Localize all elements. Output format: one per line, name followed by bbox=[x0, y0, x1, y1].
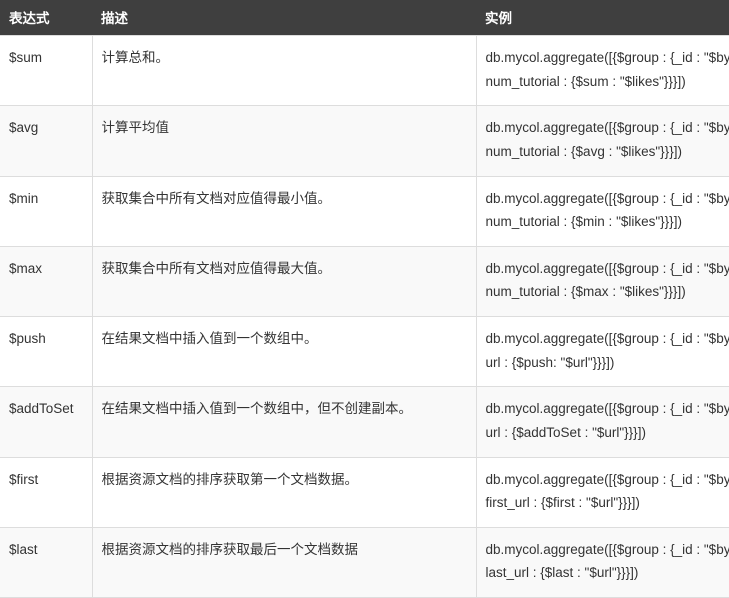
cell-description: 在结果文档中插入值到一个数组中。 bbox=[92, 315, 477, 388]
cell-expression: $last bbox=[0, 526, 93, 598]
cell-expression: $sum bbox=[0, 34, 93, 107]
cell-expression: $first bbox=[0, 456, 93, 528]
cell-expression: $push bbox=[0, 315, 93, 388]
table-row: $min 获取集合中所有文档对应值得最小值。 db.mycol.aggregat… bbox=[0, 175, 729, 247]
cell-example: db.mycol.aggregate([{$group : {_id : "$b… bbox=[476, 456, 729, 528]
table-row: $max 获取集合中所有文档对应值得最大值。 db.mycol.aggregat… bbox=[0, 245, 729, 318]
aggregation-operators-table: 表达式 描述 实例 $sum 计算总和。 db.mycol.aggregate(… bbox=[0, 0, 729, 598]
cell-description: 根据资源文档的排序获取最后一个文档数据 bbox=[92, 526, 477, 598]
table-header: 表达式 描述 实例 bbox=[0, 0, 729, 36]
cell-description: 获取集合中所有文档对应值得最小值。 bbox=[92, 175, 477, 247]
cell-description: 获取集合中所有文档对应值得最大值。 bbox=[92, 245, 477, 318]
cell-expression: $min bbox=[0, 175, 93, 247]
table-body: $sum 计算总和。 db.mycol.aggregate([{$group :… bbox=[0, 34, 729, 598]
table-header-row: 表达式 描述 实例 bbox=[0, 0, 729, 36]
table-row: $sum 计算总和。 db.mycol.aggregate([{$group :… bbox=[0, 34, 729, 107]
cell-expression: $avg bbox=[0, 105, 93, 177]
cell-example: db.mycol.aggregate([{$group : {_id : "$b… bbox=[476, 175, 729, 247]
column-header-expression: 表达式 bbox=[0, 0, 92, 36]
column-header-description: 描述 bbox=[92, 0, 476, 36]
cell-example: db.mycol.aggregate([{$group : {_id : "$b… bbox=[476, 245, 729, 318]
cell-example: db.mycol.aggregate([{$group : {_id : "$b… bbox=[476, 34, 729, 107]
table-row: $last 根据资源文档的排序获取最后一个文档数据 db.mycol.aggre… bbox=[0, 526, 729, 598]
cell-expression: $addToSet bbox=[0, 386, 93, 458]
cell-example: db.mycol.aggregate([{$group : {_id : "$b… bbox=[476, 105, 729, 177]
table-row: $addToSet 在结果文档中插入值到一个数组中，但不创建副本。 db.myc… bbox=[0, 386, 729, 458]
table-row: $push 在结果文档中插入值到一个数组中。 db.mycol.aggregat… bbox=[0, 315, 729, 388]
cell-example: db.mycol.aggregate([{$group : {_id : "$b… bbox=[476, 386, 729, 458]
cell-example: db.mycol.aggregate([{$group : {_id : "$b… bbox=[476, 526, 729, 598]
cell-expression: $max bbox=[0, 245, 93, 318]
cell-example: db.mycol.aggregate([{$group : {_id : "$b… bbox=[476, 315, 729, 388]
cell-description: 计算总和。 bbox=[92, 34, 477, 107]
table-row: $avg 计算平均值 db.mycol.aggregate([{$group :… bbox=[0, 105, 729, 177]
cell-description: 计算平均值 bbox=[92, 105, 477, 177]
cell-description: 在结果文档中插入值到一个数组中，但不创建副本。 bbox=[92, 386, 477, 458]
column-header-example: 实例 bbox=[476, 0, 729, 36]
cell-description: 根据资源文档的排序获取第一个文档数据。 bbox=[92, 456, 477, 528]
table-row: $first 根据资源文档的排序获取第一个文档数据。 db.mycol.aggr… bbox=[0, 456, 729, 528]
